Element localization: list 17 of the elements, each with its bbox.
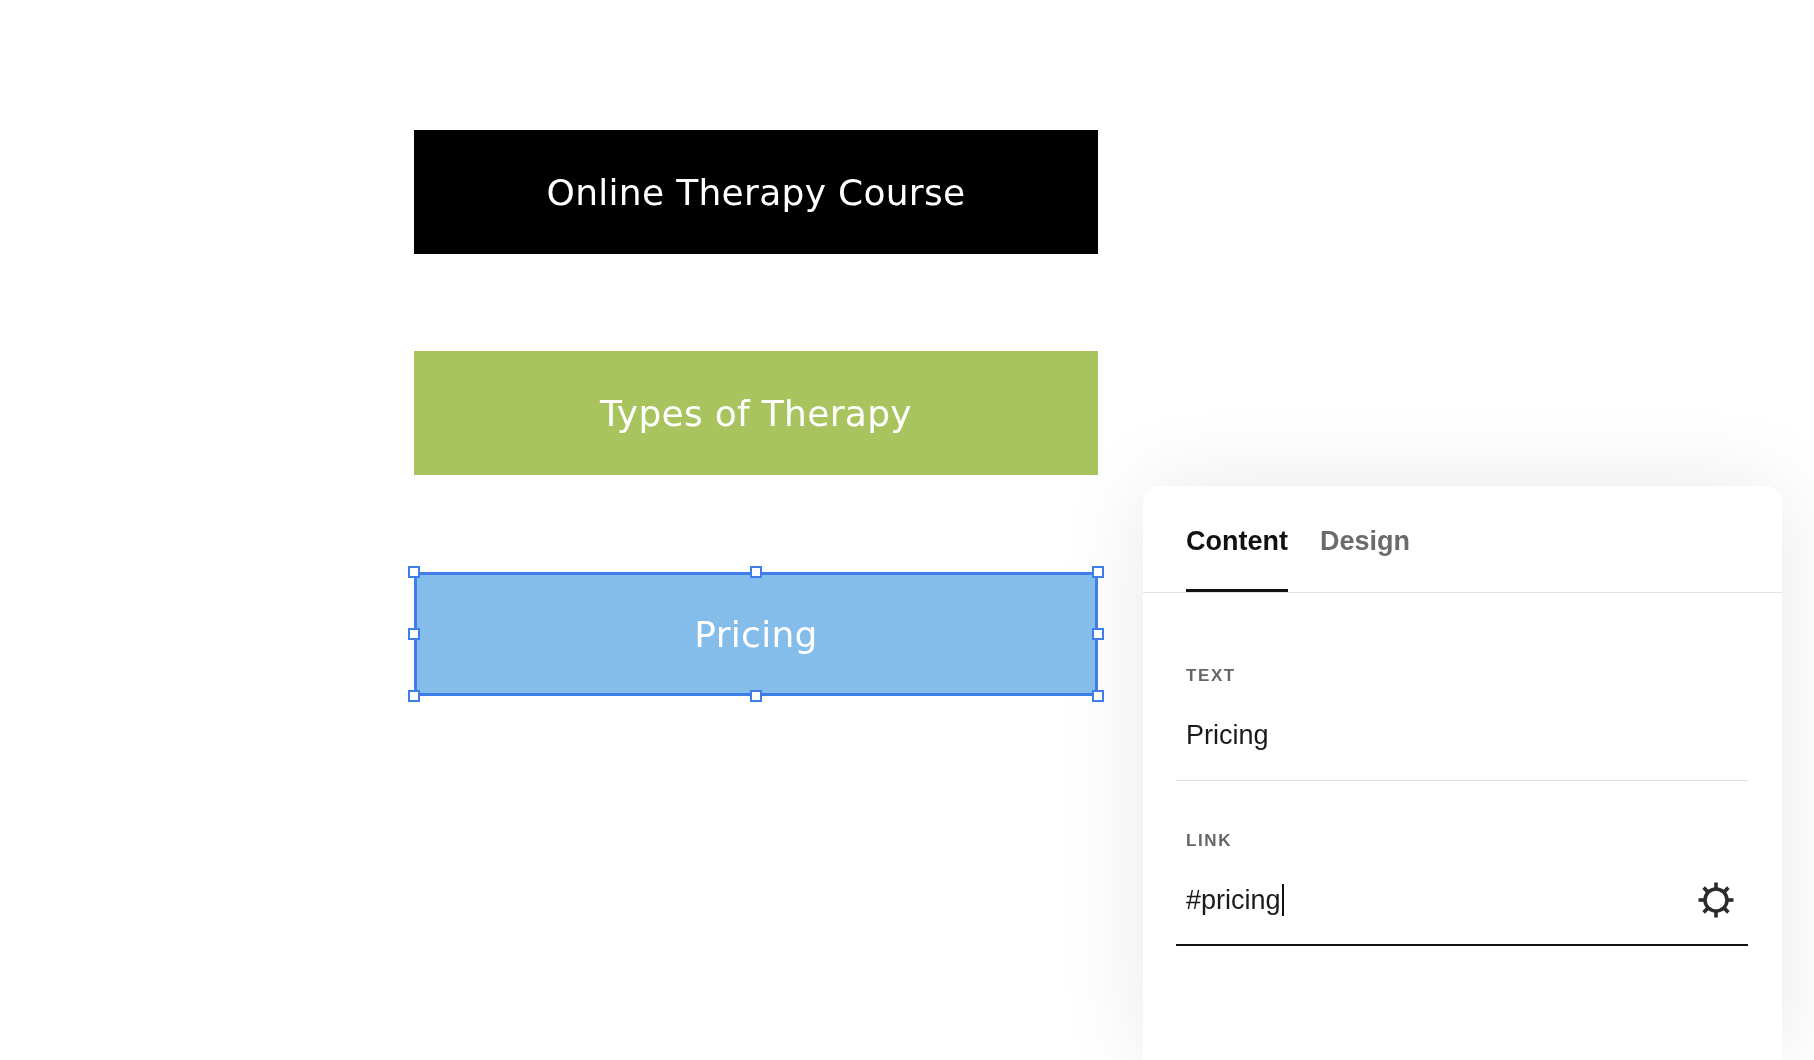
panel-tab[interactable]: Content [1186, 523, 1288, 592]
resize-handle[interactable] [408, 628, 420, 640]
link-field[interactable]: #pricing [1176, 851, 1748, 946]
resize-handle[interactable] [750, 690, 762, 702]
resize-handle[interactable] [1092, 628, 1104, 640]
resize-handle[interactable] [408, 566, 420, 578]
settings-icon[interactable] [1698, 882, 1734, 918]
text-cursor-icon [1281, 884, 1284, 916]
panel-tab[interactable]: Design [1320, 523, 1410, 592]
field-label: TEXT [1186, 666, 1237, 686]
field-label: LINK [1186, 831, 1234, 851]
page-button[interactable]: Online Therapy Course [414, 130, 1098, 254]
resize-handle[interactable] [750, 566, 762, 578]
resize-handle[interactable] [1092, 690, 1104, 702]
resize-handle[interactable] [408, 690, 420, 702]
text-field[interactable]: Pricing [1176, 686, 1748, 781]
resize-handle[interactable] [1092, 566, 1104, 578]
